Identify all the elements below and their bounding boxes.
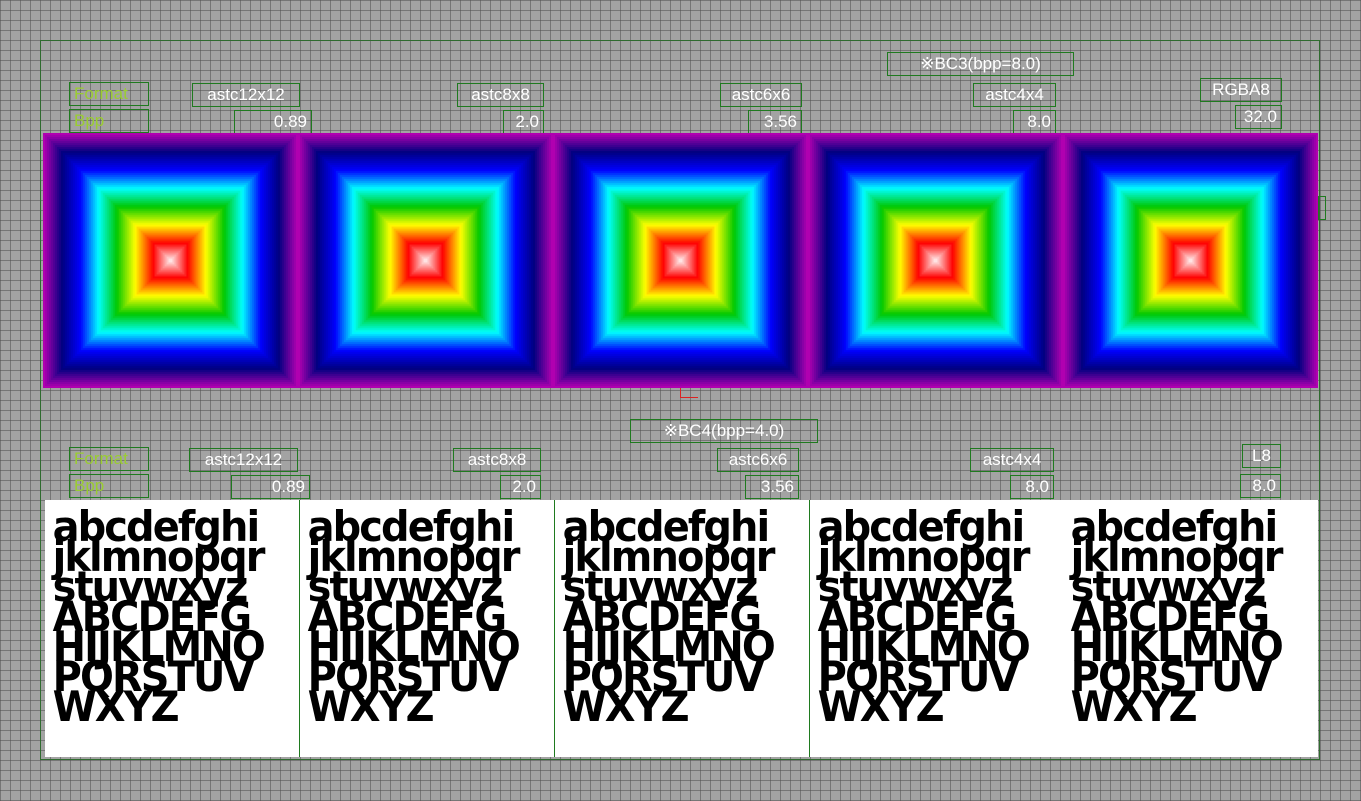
top-note-label: ※BC3(bpp=8.0) bbox=[887, 52, 1074, 76]
bottom-bpp-4: 8.0 bbox=[1240, 474, 1281, 498]
text-tile-l8: abcdefghi jklmnopqr stuvwxyz ABCDEFG HIJKLMN… bbox=[1063, 500, 1318, 757]
top-format-0: astc12x12 bbox=[192, 83, 300, 107]
top-bpp-4: 32.0 bbox=[1235, 105, 1282, 129]
bottom-note-label: ※BC4(bpp=4.0) bbox=[630, 419, 818, 443]
sample-text-line: WXYZ bbox=[817, 682, 945, 731]
top-format-1: astc8x8 bbox=[457, 83, 544, 107]
gradient-tile-astc4x4 bbox=[808, 133, 1063, 388]
bottom-format-2: astc6x6 bbox=[717, 448, 799, 472]
top-format-key: Format bbox=[69, 82, 149, 106]
top-bpp-0: 0.89 bbox=[234, 110, 312, 134]
bottom-bpp-3: 8.0 bbox=[1010, 475, 1054, 499]
bottom-format-4: L8 bbox=[1242, 444, 1281, 468]
bottom-format-key: Format bbox=[69, 447, 149, 471]
top-bpp-2: 3.56 bbox=[748, 110, 802, 134]
top-bpp-key: Bpp bbox=[69, 109, 149, 133]
sample-text-line: WXYZ bbox=[1070, 682, 1198, 731]
text-tile-astc4x4: abcdefghi jklmnopqr stuvwxyz ABCDEFG HIJKLMN… bbox=[810, 500, 1065, 757]
side-marker bbox=[1318, 196, 1326, 220]
gradient-tile-astc6x6 bbox=[553, 133, 808, 388]
gradient-ring bbox=[168, 258, 173, 263]
bottom-bpp-1: 2.0 bbox=[500, 475, 541, 499]
text-tile-astc12x12: abcdefghi jklmnopqr stuvwxyz ABCDEFG HIJKLMN… bbox=[45, 500, 300, 757]
text-tile-astc6x6: abcdefghi jklmnopqr stuvwxyz ABCDEFG HIJKLMN… bbox=[555, 500, 810, 757]
bottom-format-0: astc12x12 bbox=[189, 448, 298, 472]
gradient-tile-astc8x8 bbox=[298, 133, 553, 388]
origin-marker bbox=[680, 388, 698, 398]
bottom-bpp-2: 3.56 bbox=[745, 475, 799, 499]
gradient-ring bbox=[678, 258, 683, 263]
top-bpp-1: 2.0 bbox=[503, 110, 544, 134]
top-format-2: astc6x6 bbox=[720, 83, 802, 107]
bottom-format-1: astc8x8 bbox=[453, 448, 541, 472]
sample-text-line: WXYZ bbox=[307, 682, 435, 731]
text-tile-astc8x8: abcdefghi jklmnopqr stuvwxyz ABCDEFG HIJKLMN… bbox=[300, 500, 555, 757]
gradient-tile-astc12x12 bbox=[43, 133, 298, 388]
gradient-ring bbox=[423, 258, 428, 263]
sample-text-line: WXYZ bbox=[562, 682, 690, 731]
gradient-tile-rgba8 bbox=[1063, 133, 1318, 388]
gradient-ring bbox=[933, 258, 938, 263]
top-format-4: RGBA8 bbox=[1200, 78, 1282, 102]
top-bpp-3: 8.0 bbox=[1013, 110, 1056, 134]
sample-text-line: WXYZ bbox=[52, 682, 180, 731]
top-format-3: astc4x4 bbox=[973, 83, 1056, 107]
bottom-bpp-0: 0.89 bbox=[231, 475, 310, 499]
gradient-ring bbox=[1188, 258, 1193, 263]
bottom-bpp-key: Bpp bbox=[69, 474, 149, 498]
bottom-format-3: astc4x4 bbox=[970, 448, 1054, 472]
